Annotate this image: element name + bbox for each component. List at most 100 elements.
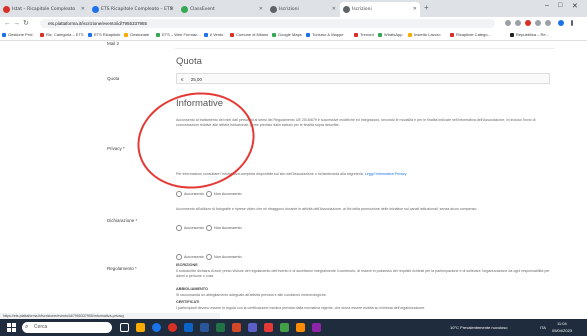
browser-tab[interactable]: Istat – Ricapitole Compleato ✕	[0, 2, 88, 17]
radio-agree[interactable]	[176, 191, 182, 197]
taskbar-search-input[interactable]: ⌕ Cerca	[22, 322, 112, 333]
address-input[interactable]: ets.piattaforma.it/iscrizione/evento/id/…	[40, 19, 495, 28]
close-window-icon[interactable]: ✕	[572, 2, 578, 10]
chrome-icon[interactable]	[168, 323, 177, 332]
extension-icon[interactable]	[515, 20, 521, 26]
bookmark-icon	[272, 33, 276, 37]
new-tab-icon[interactable]: +	[424, 3, 429, 12]
bookmark-icon	[510, 33, 514, 37]
bookmark-item[interactable]: Il Vento	[204, 30, 223, 40]
bookmark-item[interactable]: Ricapitole Catego…	[450, 30, 492, 40]
extension-icon[interactable]	[505, 20, 511, 26]
bookmark-item[interactable]: Gestionale	[124, 30, 149, 40]
close-icon[interactable]: ✕	[170, 2, 174, 17]
app-icon[interactable]	[264, 323, 273, 332]
rules-text: I partecipanti devono essere in regola c…	[176, 306, 426, 310]
maximize-icon[interactable]: □	[558, 2, 562, 9]
bookmark-label: Repubblica – Re…	[516, 32, 550, 37]
menu-icon[interactable]	[571, 20, 573, 26]
bookmark-item[interactable]: ETS – Web Formaz…	[156, 30, 201, 40]
taskbar: ⌕ Cerca 10°C Prevalentemente nuvoloso IT…	[0, 319, 587, 336]
weather-text[interactable]: 10°C Prevalentemente nuvoloso	[450, 325, 507, 330]
bookmark-item[interactable]: Inserito Lavoro	[408, 30, 440, 40]
bookmark-icon	[306, 33, 310, 37]
bookmark-icon	[40, 33, 44, 37]
agree-label: Acconsento	[184, 226, 204, 230]
radio-disagree[interactable]	[205, 254, 212, 260]
bookmark-item[interactable]: ETS Ricapitole	[88, 30, 120, 40]
bookmark-item[interactable]: Gestione Prof.	[2, 30, 34, 40]
bookmark-label: Ric. Categoria – ETS	[46, 32, 84, 37]
file-explorer-icon[interactable]	[136, 323, 145, 332]
profile-avatar[interactable]	[558, 20, 564, 26]
radio-disagree[interactable]	[205, 225, 212, 231]
bookmark-label: Inserito Lavoro	[414, 32, 441, 37]
forward-icon[interactable]: →	[13, 17, 20, 30]
disagree-label: Non Acconsento	[213, 255, 242, 259]
close-icon[interactable]: ✕	[81, 2, 85, 17]
browser-tab[interactable]: ClassEvent ✕	[178, 2, 266, 17]
privacy-link[interactable]: Leggi l'informativa Privacy	[365, 172, 407, 176]
registration-form-page: Mail 2 Quota Quota € 25,00 Informative P…	[0, 41, 587, 314]
bookmark-item[interactable]: Turismo & Mappe	[306, 30, 343, 40]
bookmark-item[interactable]: Repubblica – Re…	[510, 30, 550, 40]
bookmark-item[interactable]: Google Maps	[272, 30, 302, 40]
close-icon[interactable]: ✕	[259, 2, 263, 17]
clock-date[interactable]: 05/04/2023	[552, 328, 572, 333]
back-icon[interactable]: ←	[4, 17, 11, 30]
bookmark-label: Turismo & Mappe	[312, 32, 344, 37]
close-icon[interactable]: ✕	[332, 2, 336, 17]
quota-field[interactable]: € 25,00	[176, 73, 550, 84]
agree-label: Acconsento	[184, 192, 204, 196]
windows-start-icon[interactable]	[7, 323, 16, 332]
radio-agree[interactable]	[176, 225, 182, 231]
excel-icon[interactable]	[216, 323, 225, 332]
extension-icon[interactable]	[535, 20, 541, 26]
bookmark-icon	[204, 33, 208, 37]
close-icon[interactable]: ✕	[413, 2, 417, 17]
radio-agree[interactable]	[176, 254, 182, 260]
bookmark-item[interactable]: Ric. Categoria – ETS	[40, 30, 84, 40]
bookmark-item[interactable]: Trenord	[354, 30, 374, 40]
privacy-label: Privacy *	[107, 146, 125, 151]
bookmark-icon	[156, 33, 160, 37]
radio-disagree[interactable]	[205, 191, 212, 197]
app-icon[interactable]	[296, 323, 305, 332]
bookmark-label: Gestione Prof.	[8, 32, 34, 37]
rules-radio-group: Acconsento Non Acconsento	[176, 254, 242, 260]
photo-radio-group: Acconsento Non Acconsento	[176, 225, 242, 231]
bookmark-label: Ricapitole Catego…	[456, 32, 492, 37]
bookmark-item[interactable]: WhatsApp	[378, 30, 402, 40]
annotation-highlight-ellipse	[128, 81, 264, 200]
minimize-icon[interactable]: –	[545, 2, 549, 9]
browser-tab-active[interactable]: Iscrizioni ✕	[340, 2, 420, 17]
tab-label: ETS Ricapitole Compleato – ETS	[101, 7, 173, 12]
app-icon[interactable]	[312, 323, 321, 332]
address-bar-row: ← → ↻ ets.piattaforma.it/iscrizione/even…	[0, 17, 587, 30]
task-view-icon[interactable]	[120, 323, 129, 332]
powerpoint-icon[interactable]	[232, 323, 241, 332]
bookmark-icon	[354, 33, 358, 37]
extension-icon[interactable]	[525, 20, 531, 26]
rules-heading: CERTIFICATI	[176, 300, 200, 304]
teams-icon[interactable]	[248, 323, 257, 332]
bookmark-item[interactable]: Comune di Milano	[230, 30, 268, 40]
extension-icon[interactable]	[545, 20, 551, 26]
language-indicator[interactable]: ITA	[540, 325, 546, 330]
rules-heading: ISCRIZIONE	[176, 263, 198, 267]
browser-tab-strip: Istat – Ricapitole Compleato ✕ ETS Ricap…	[0, 0, 587, 17]
reload-icon[interactable]: ↻	[23, 17, 29, 30]
outlook-icon[interactable]	[184, 323, 193, 332]
bookmark-label: ETS – Web Formaz…	[162, 32, 202, 37]
clock-time[interactable]: 11:04	[557, 321, 567, 326]
app-icon[interactable]	[280, 323, 289, 332]
mail2-label: Mail 2	[107, 41, 120, 46]
photo-text: Acconsento all'utilizzo di fotografie e …	[176, 207, 478, 211]
browser-tab[interactable]: ETS Ricapitole Compleato – ETS ✕	[89, 2, 177, 17]
rules-text: Si raccomanda un abbigliamento adeguato …	[176, 293, 327, 297]
tab-label: ClassEvent	[190, 7, 215, 12]
edge-icon[interactable]	[152, 323, 161, 332]
browser-tab[interactable]: Iscrizioni ✕	[267, 2, 339, 17]
word-icon[interactable]	[200, 323, 209, 332]
favicon-icon	[3, 6, 10, 13]
